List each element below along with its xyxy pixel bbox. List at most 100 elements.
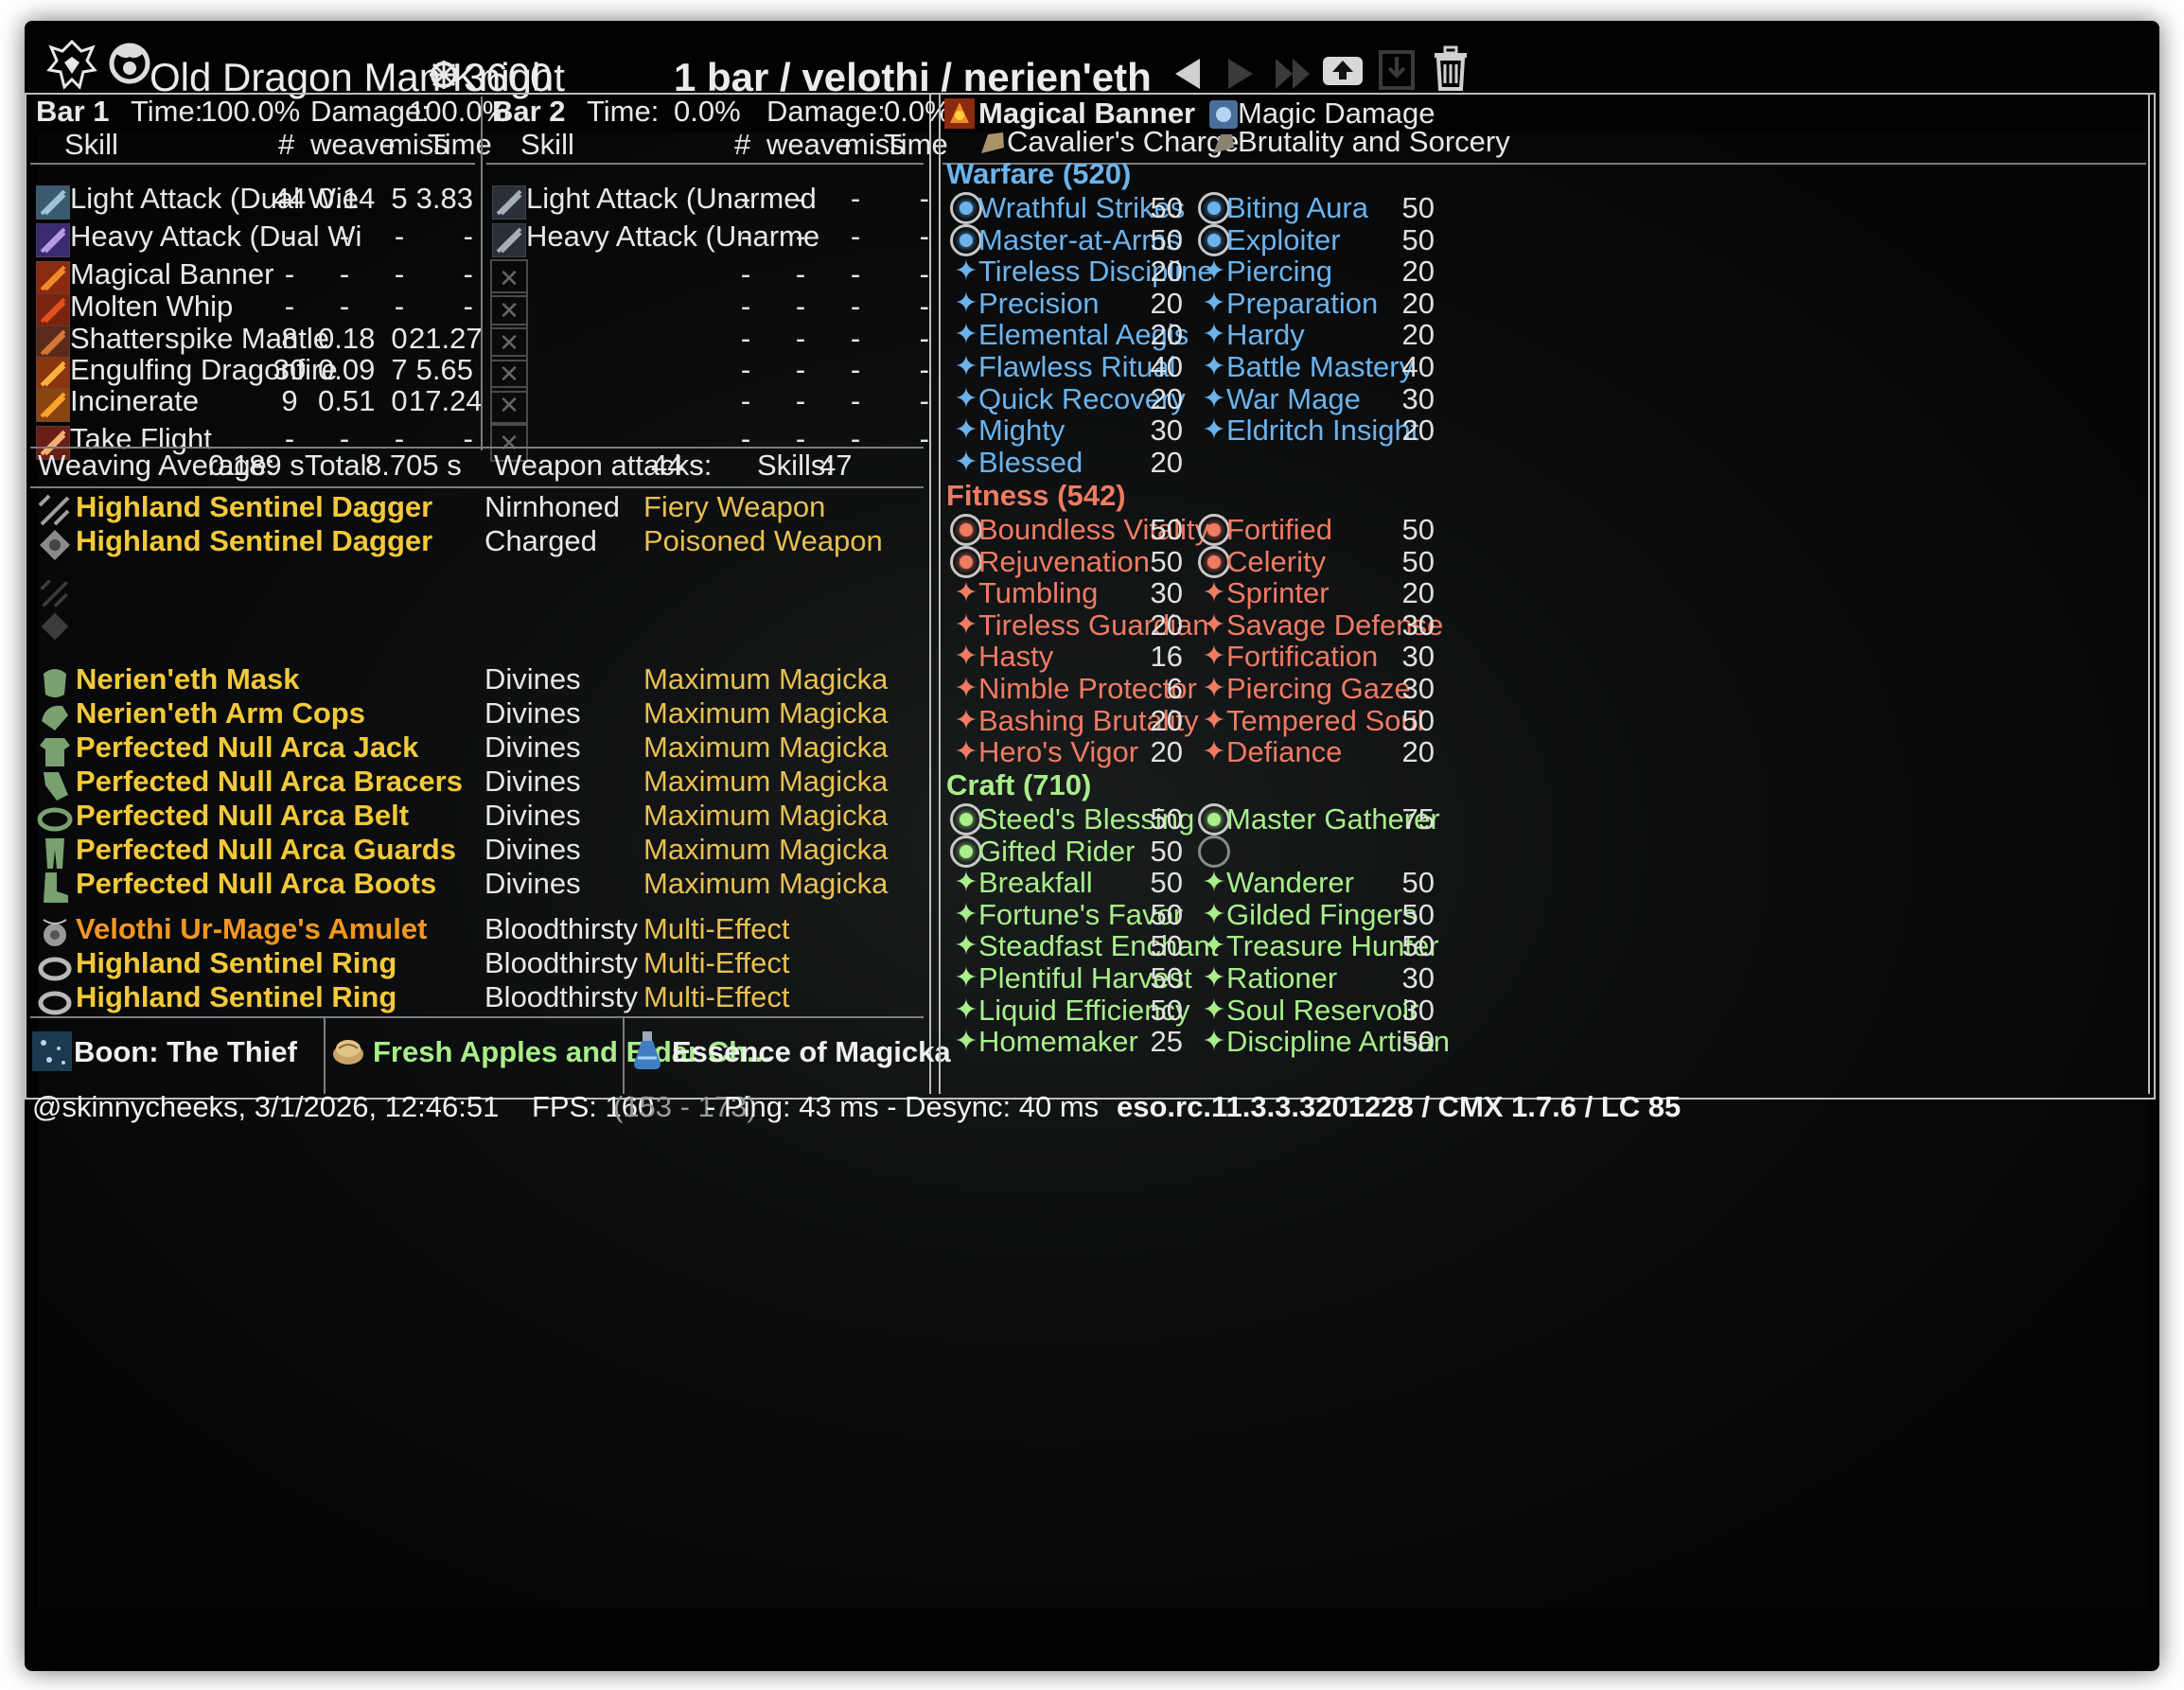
cp-star-value: 50 — [1401, 1025, 1435, 1059]
gear-enchant: Maximum Magicka — [643, 696, 889, 730]
cp-fitness-title: Fitness (542) — [946, 479, 1126, 512]
gear-name: Nerien'eth Mask — [76, 662, 300, 695]
save-icon[interactable] — [1378, 49, 1416, 91]
cp-star-value: 75 — [1401, 802, 1435, 836]
total-label: Total: — [305, 449, 376, 482]
star-icon: ✦ — [954, 704, 978, 736]
empty-star-slot-icon[interactable] — [1198, 835, 1230, 868]
star-icon: ✦ — [1202, 608, 1226, 641]
gear-enchant: Fiery Weapon — [643, 490, 826, 523]
footer-ping: - Ping: 43 ms - Desync: 40 ms — [706, 1090, 1100, 1123]
upload-icon[interactable] — [1321, 49, 1365, 87]
star-icon: ✦ — [954, 287, 978, 319]
cavaliers-charge-icon — [981, 132, 1004, 153]
star-icon: ✦ — [954, 736, 978, 768]
gear-trait: Charged — [484, 524, 597, 557]
star-icon: ✦ — [954, 962, 978, 994]
footer-version: eso.rc.11.3.3.3201228 / CMX 1.7.6 / LC 8… — [1117, 1090, 1682, 1123]
panel-divider — [929, 95, 931, 1094]
skill-count: - — [740, 384, 751, 417]
skill-count: - — [740, 182, 751, 215]
skill-time: - — [919, 422, 929, 455]
backbar-dagger-icon — [40, 579, 68, 607]
bar2-title: Bar 2 — [492, 95, 566, 128]
magical-banner-icon — [944, 98, 975, 129]
bar1-title: Bar 1 — [36, 95, 110, 128]
gear-enchant: Multi-Effect — [643, 946, 790, 979]
skill-weave: - — [795, 220, 806, 253]
slotted-star-icon[interactable] — [1198, 803, 1230, 836]
cp-star-value: 20 — [1401, 414, 1435, 448]
cp-star-name: Defiance — [1226, 735, 1343, 769]
trash-icon[interactable] — [1433, 45, 1469, 91]
star-icon: ✦ — [954, 255, 978, 288]
previous-fight-icon[interactable] — [1173, 57, 1202, 91]
slotted-star-icon[interactable] — [1198, 514, 1230, 546]
bar2-time-label: Time: — [587, 95, 660, 128]
star-icon: ✦ — [954, 382, 978, 414]
skill-time: - — [919, 182, 929, 215]
gear-trait: Divines — [484, 731, 581, 764]
mask-icon — [44, 669, 66, 697]
gear-enchant: Maximum Magicka — [643, 662, 889, 695]
skill-time: - — [463, 220, 473, 253]
bar2-damage-label: Damage: — [766, 95, 886, 128]
gear-trait: Divines — [484, 696, 581, 730]
star-icon: ✦ — [954, 994, 978, 1026]
champion-points-icon — [430, 61, 458, 89]
bars-divider — [481, 97, 483, 450]
potion-buff: Essence of Magicka — [672, 1035, 951, 1068]
slotted-star-icon[interactable] — [950, 835, 982, 868]
bar1-time: 100.0% — [201, 95, 301, 128]
star-icon: ✦ — [1202, 641, 1226, 673]
star-icon: ✦ — [954, 867, 978, 899]
food-icon — [333, 1040, 363, 1065]
cp-star-value: 20 — [1401, 735, 1435, 769]
ring-icon — [38, 991, 72, 1015]
gear-name: Nerien'eth Arm Cops — [76, 696, 365, 730]
skill-weave: 0.51 — [318, 384, 376, 417]
bar1-col-weave: weave — [310, 128, 396, 161]
amulet-icon — [43, 919, 67, 946]
skill-count: - — [284, 220, 295, 253]
slotted-star-icon[interactable] — [950, 803, 982, 836]
skill-time: - — [919, 384, 929, 417]
belt-icon — [37, 807, 73, 832]
last-fight-icon[interactable] — [1274, 57, 1312, 91]
cp-star-name: Blessed — [978, 445, 1083, 479]
gear-enchant: Maximum Magicka — [643, 867, 889, 900]
buff-divider-1 — [324, 1018, 326, 1094]
slotted-star-icon[interactable] — [1198, 192, 1230, 224]
skill-name: Incinerate — [70, 384, 200, 417]
gear-trait: Bloodthirsty — [484, 946, 638, 979]
gear-trait: Bloodthirsty — [484, 980, 638, 1013]
gear-name: Perfected Null Arca Boots — [76, 867, 437, 900]
slotted-star-icon[interactable] — [1198, 223, 1230, 256]
cp-star-value: 25 — [1150, 1025, 1183, 1059]
star-icon: ✦ — [954, 608, 978, 641]
backbar-offhand-icon — [41, 612, 69, 641]
gear-enchant: Maximum Magicka — [643, 731, 889, 764]
gear-trait: Divines — [484, 833, 581, 866]
skill-icon — [492, 223, 526, 257]
slotted-star-icon[interactable] — [950, 192, 982, 224]
bar2-col-skill: Skill — [520, 128, 574, 161]
gear-trait: Divines — [484, 662, 581, 695]
slotted-star-icon[interactable] — [950, 545, 982, 578]
skill-icon — [36, 388, 70, 422]
slotted-star-icon[interactable] — [1198, 545, 1230, 578]
weapon-attacks-value: 44 — [651, 449, 684, 482]
footer-user: @skinnycheeks, 3/1/2026, 12:46:51 — [32, 1090, 500, 1123]
star-icon: ✦ — [954, 351, 978, 382]
skill-weave: 0.14 — [318, 182, 376, 215]
star-icon: ✦ — [954, 446, 978, 478]
gear-name: Perfected Null Arca Guards — [76, 833, 456, 866]
star-icon: ✦ — [1202, 898, 1226, 930]
gear-trait: Divines — [484, 765, 581, 798]
slotted-star-icon[interactable] — [950, 514, 982, 546]
dagger-icon — [38, 494, 70, 526]
cp-craft-title: Craft (710) — [946, 768, 1092, 801]
slotted-star-icon[interactable] — [950, 223, 982, 256]
skill-weave: - — [339, 220, 350, 253]
next-fight-icon[interactable] — [1226, 57, 1255, 91]
